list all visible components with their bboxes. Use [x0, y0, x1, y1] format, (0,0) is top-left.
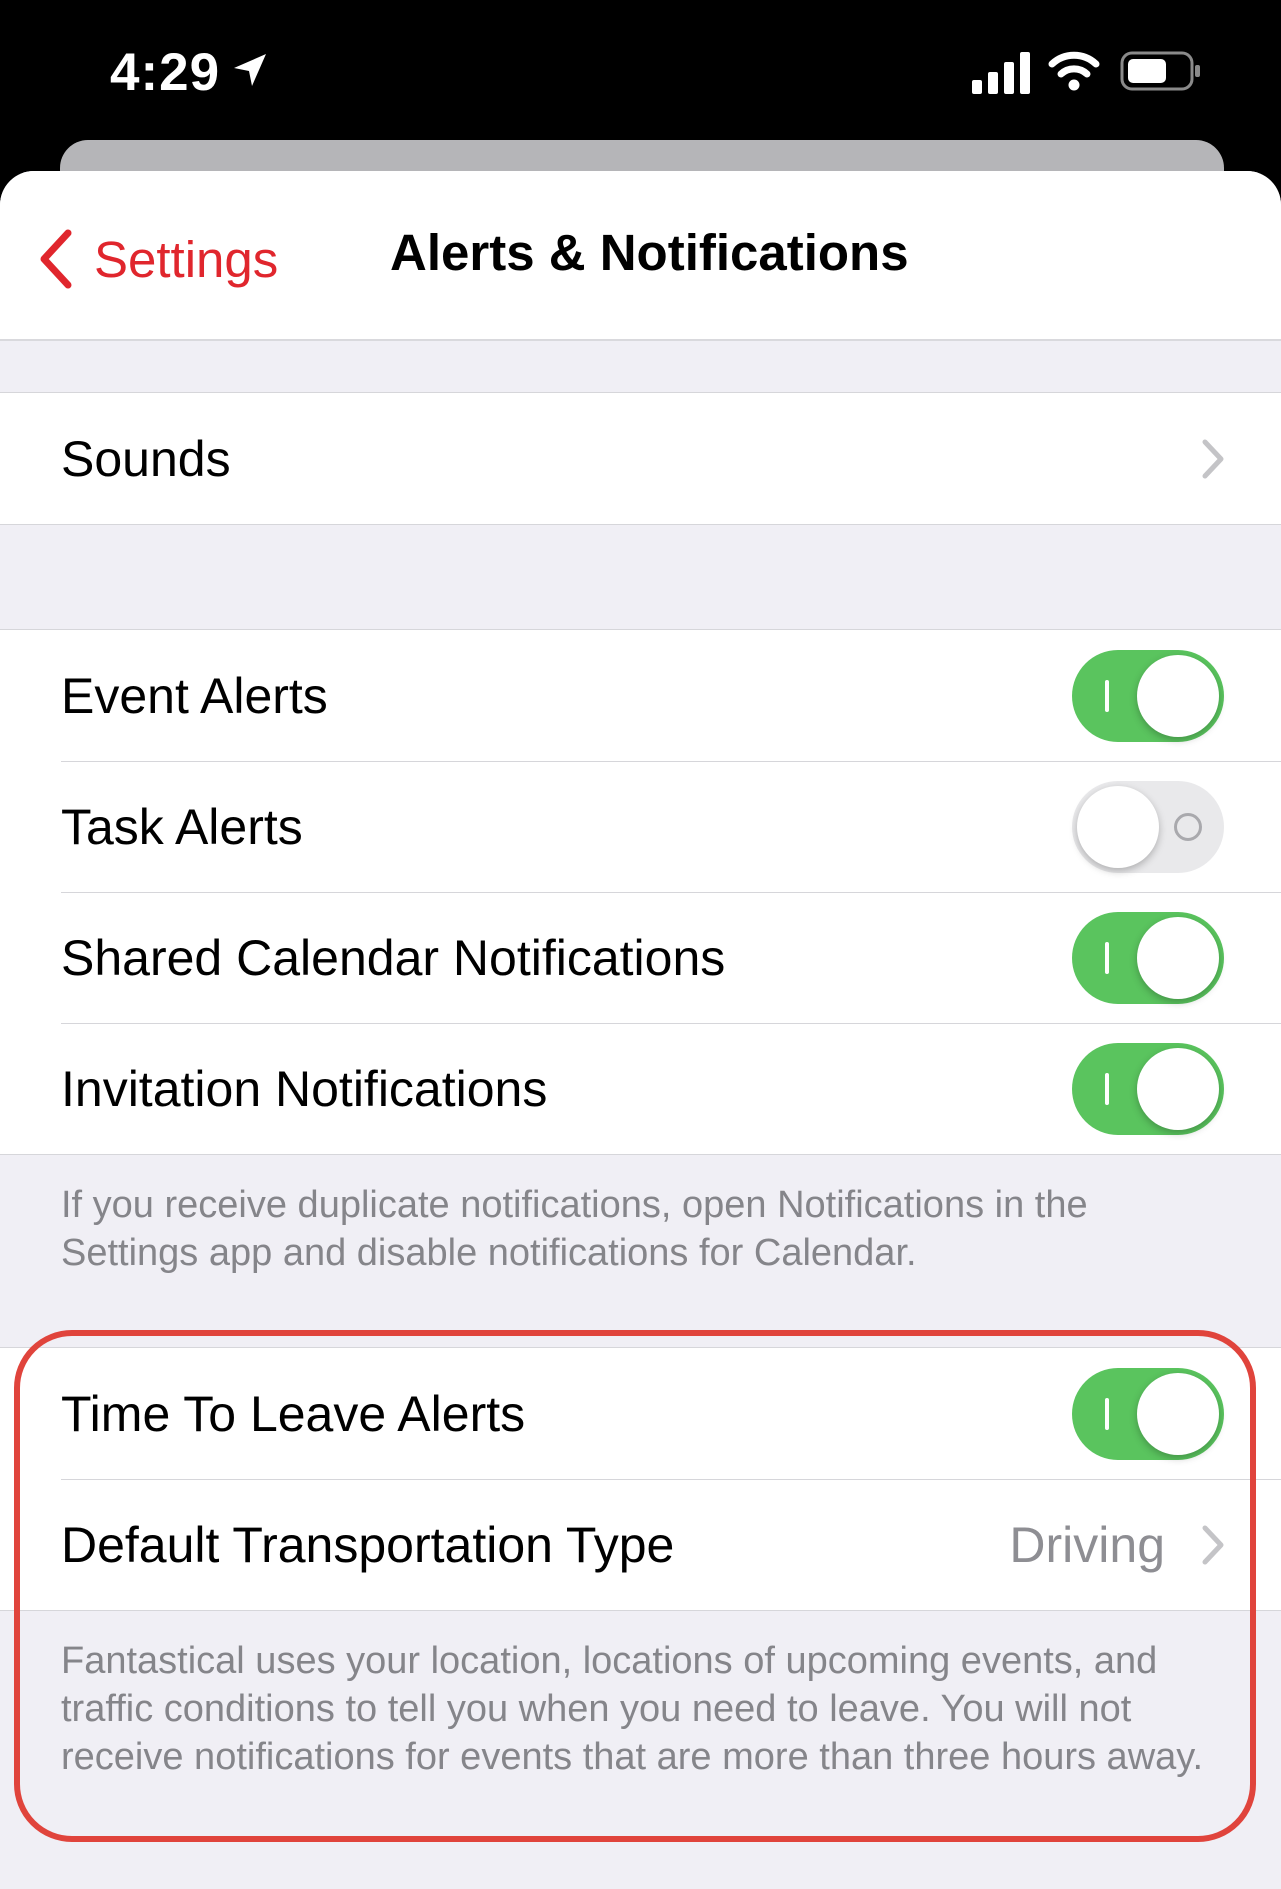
back-button[interactable]: Settings [36, 219, 278, 299]
event-alerts-label: Event Alerts [61, 667, 328, 724]
task-alerts-label: Task Alerts [61, 798, 303, 855]
page-title: Alerts & Notifications [390, 224, 909, 281]
location-arrow-icon [234, 54, 266, 86]
chevron-right-icon [1202, 439, 1224, 478]
invitation-toggle[interactable] [1072, 1042, 1224, 1135]
invitation-row: Invitation Notifications [0, 1023, 1281, 1154]
invitation-label: Invitation Notifications [61, 1060, 548, 1117]
cellular-signal-icon [972, 52, 1030, 94]
settings-sheet: Settings Alerts & Notifications Sounds E… [0, 171, 1281, 1889]
chevron-right-icon [1202, 1525, 1224, 1564]
sounds-label: Sounds [61, 430, 231, 487]
chevron-left-icon [40, 229, 72, 289]
time-to-leave-footnote: Fantastical uses your location, location… [61, 1640, 1204, 1778]
screen: 4:29 Settings Alerts & Notifications Sou… [0, 0, 1281, 1889]
shared-calendar-toggle[interactable] [1072, 911, 1224, 1004]
task-alerts-toggle[interactable] [1072, 780, 1224, 873]
shared-calendar-row: Shared Calendar Notifications [0, 892, 1281, 1023]
time-to-leave-row: Time To Leave Alerts [0, 1348, 1281, 1479]
sounds-group: Sounds [0, 392, 1281, 525]
transport-type-row[interactable]: Default Transportation Type Driving [0, 1479, 1281, 1610]
time-to-leave-toggle[interactable] [1072, 1367, 1224, 1460]
status-time: 4:29 [110, 43, 221, 102]
transport-type-label: Default Transportation Type [61, 1516, 675, 1573]
time-to-leave-label: Time To Leave Alerts [61, 1385, 526, 1442]
battery-icon [1120, 51, 1200, 91]
event-alerts-row: Event Alerts [0, 630, 1281, 761]
sounds-row[interactable]: Sounds [0, 393, 1281, 524]
status-bar: 4:29 [0, 0, 1281, 140]
navigation-bar: Settings Alerts & Notifications [0, 171, 1281, 341]
wifi-icon [1048, 51, 1100, 91]
task-alerts-row: Task Alerts [0, 761, 1281, 892]
back-button-label: Settings [94, 230, 279, 288]
time-to-leave-group: Time To Leave Alerts Default Transportat… [0, 1347, 1281, 1611]
alerts-group: Event Alerts Task Alerts Shared Calendar… [0, 629, 1281, 1155]
event-alerts-toggle[interactable] [1072, 649, 1224, 742]
shared-calendar-label: Shared Calendar Notifications [61, 929, 726, 986]
transport-type-value: Driving [1009, 1516, 1165, 1573]
duplicate-notifications-footnote: If you receive duplicate notifications, … [61, 1184, 1088, 1274]
